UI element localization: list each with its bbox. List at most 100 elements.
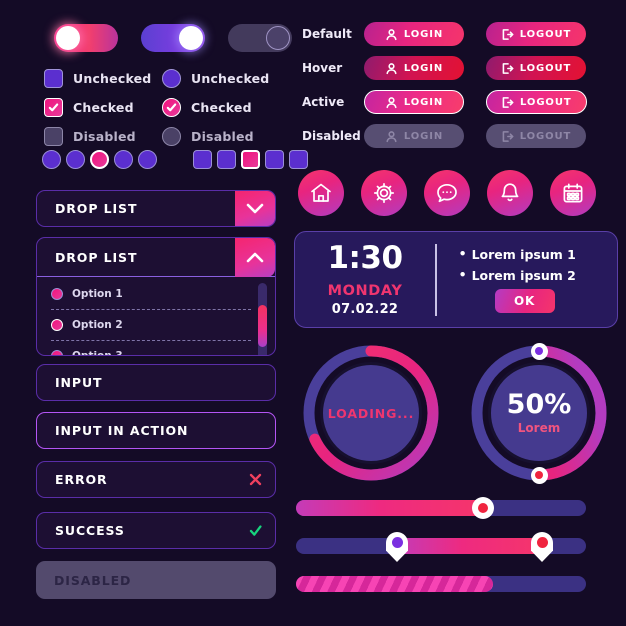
handle-dot bbox=[391, 537, 403, 548]
checkbox-picker-2[interactable] bbox=[217, 150, 236, 169]
scrollbar[interactable] bbox=[258, 283, 267, 355]
slider-handle-start[interactable] bbox=[386, 532, 408, 562]
ring-handle-top[interactable] bbox=[530, 342, 548, 360]
selection-row-unchecked: Unchecked Unchecked bbox=[44, 64, 280, 92]
gear-icon-button[interactable] bbox=[361, 170, 407, 216]
radio-picker-1[interactable] bbox=[42, 150, 61, 169]
droplist-open-header[interactable]: DROP LIST bbox=[37, 238, 275, 277]
slider-fill bbox=[296, 500, 483, 516]
button-state-row-disabled: Disabled LOGIN LOGOUT bbox=[302, 124, 614, 148]
user-icon bbox=[386, 130, 397, 142]
checkbox-checked[interactable]: Checked bbox=[44, 97, 162, 117]
droplist-open-label: DROP LIST bbox=[55, 249, 138, 265]
login-button-default[interactable]: LOGIN bbox=[364, 22, 464, 46]
radio-picker-3-selected[interactable] bbox=[90, 150, 109, 169]
option-label: Option 2 bbox=[72, 319, 123, 331]
option-divider bbox=[51, 309, 251, 310]
percent-ring: 50% Lorem bbox=[466, 340, 612, 486]
gear-icon bbox=[373, 182, 395, 204]
checkbox-picker-1[interactable] bbox=[193, 150, 212, 169]
picker-groups bbox=[42, 150, 308, 169]
logout-label: LOGOUT bbox=[519, 130, 572, 142]
scrollbar-thumb[interactable] bbox=[258, 305, 267, 347]
ui-kit-canvas: Unchecked Unchecked Checked Checked Disa… bbox=[0, 0, 626, 626]
toggle-disabled bbox=[228, 24, 292, 52]
input-error[interactable]: ERROR bbox=[36, 461, 276, 498]
state-label: Disabled bbox=[302, 129, 361, 143]
list-item[interactable]: Option 2 bbox=[37, 314, 275, 336]
handle-dot bbox=[535, 347, 543, 355]
login-button-hover[interactable]: LOGIN bbox=[364, 56, 464, 80]
left-column: Unchecked Unchecked Checked Checked Disa… bbox=[0, 0, 308, 626]
handle-dot bbox=[535, 471, 543, 479]
droplist-closed-label: DROP LIST bbox=[55, 201, 138, 216]
chevron-up-icon[interactable] bbox=[235, 238, 275, 277]
list-item[interactable]: Option 3 bbox=[37, 345, 275, 356]
checkbox-box-icon bbox=[44, 68, 63, 88]
check-icon bbox=[166, 102, 177, 111]
loading-ring: LOADING... bbox=[298, 340, 444, 486]
check-icon[interactable] bbox=[235, 523, 275, 538]
progress-fill bbox=[296, 576, 493, 592]
droplist-open[interactable]: DROP LIST Option 1 Option 2 Option 3 bbox=[36, 237, 276, 356]
logout-label: LOGOUT bbox=[519, 62, 572, 74]
input-in-action[interactable]: INPUT IN ACTION bbox=[36, 412, 276, 449]
option-label: Option 3 bbox=[72, 350, 123, 356]
logout-label: LOGOUT bbox=[519, 28, 572, 40]
percent-label: 50% bbox=[506, 389, 572, 420]
slider-fill bbox=[397, 538, 542, 554]
logout-icon bbox=[502, 62, 514, 74]
ok-button[interactable]: OK bbox=[494, 288, 555, 313]
radio-unchecked[interactable]: Unchecked bbox=[162, 68, 280, 88]
button-state-row-default: Default LOGIN LOGOUT bbox=[302, 22, 614, 46]
login-button-disabled: LOGIN bbox=[364, 124, 464, 148]
radio-picker-4[interactable] bbox=[114, 150, 133, 169]
option-radio-icon bbox=[51, 288, 63, 300]
percent-ring-core: 50% Lorem bbox=[488, 362, 590, 464]
checkbox-unchecked[interactable]: Unchecked bbox=[44, 68, 162, 88]
state-label: Default bbox=[302, 27, 352, 41]
clock-card: 1:30 MONDAY 07.02.22 Lorem ipsum 1 Lorem… bbox=[294, 231, 618, 328]
radio-circle-icon bbox=[162, 68, 181, 88]
logout-button-hover[interactable]: LOGOUT bbox=[486, 56, 586, 80]
login-button-active[interactable]: LOGIN bbox=[364, 90, 464, 114]
option-label: Option 1 bbox=[72, 288, 123, 300]
input-default[interactable]: INPUT bbox=[36, 364, 276, 401]
loading-label: LOADING... bbox=[327, 405, 415, 421]
radio-picker-2[interactable] bbox=[66, 150, 85, 169]
radio-picker-group bbox=[42, 150, 157, 169]
right-column: Default LOGIN LOGOUT Hover LOGIN LOGOUT … bbox=[290, 0, 626, 626]
droplist-closed[interactable]: DROP LIST bbox=[36, 190, 276, 227]
calendar-icon-button[interactable] bbox=[550, 170, 596, 216]
slider-single[interactable] bbox=[296, 497, 596, 519]
home-icon-button[interactable] bbox=[298, 170, 344, 216]
check-icon bbox=[48, 102, 59, 111]
list-item[interactable]: Option 1 bbox=[37, 283, 275, 305]
toggle-on-pink[interactable] bbox=[54, 24, 118, 52]
chevron-down-icon[interactable] bbox=[235, 191, 275, 226]
ring-handle-bottom[interactable] bbox=[530, 466, 548, 484]
slider-range[interactable] bbox=[296, 532, 596, 562]
knob-dot bbox=[478, 503, 488, 513]
bell-icon-button[interactable] bbox=[487, 170, 533, 216]
chat-icon-button[interactable] bbox=[424, 170, 470, 216]
slider-handle-end[interactable] bbox=[531, 532, 553, 562]
checkbox-picker-3-selected[interactable] bbox=[241, 150, 260, 169]
toggle-on-purple[interactable] bbox=[141, 24, 205, 52]
checkbox-picker-4[interactable] bbox=[265, 150, 284, 169]
state-label: Active bbox=[302, 95, 345, 109]
toggle-group bbox=[54, 24, 292, 52]
button-states-table: Default LOGIN LOGOUT Hover LOGIN LOGOUT … bbox=[302, 22, 614, 158]
checkbox-box-icon bbox=[44, 126, 63, 146]
close-icon[interactable] bbox=[235, 472, 275, 487]
icon-button-row bbox=[298, 170, 596, 216]
logout-button-default[interactable]: LOGOUT bbox=[486, 22, 586, 46]
login-label: LOGIN bbox=[403, 130, 444, 142]
list-item: Lorem ipsum 2 bbox=[459, 267, 617, 283]
logout-button-active[interactable]: LOGOUT bbox=[486, 90, 587, 114]
slider-knob[interactable] bbox=[472, 497, 494, 519]
radio-picker-5[interactable] bbox=[138, 150, 157, 169]
input-success[interactable]: SUCCESS bbox=[36, 512, 276, 549]
radio-checked[interactable]: Checked bbox=[162, 97, 280, 117]
progress-striped bbox=[296, 576, 596, 592]
